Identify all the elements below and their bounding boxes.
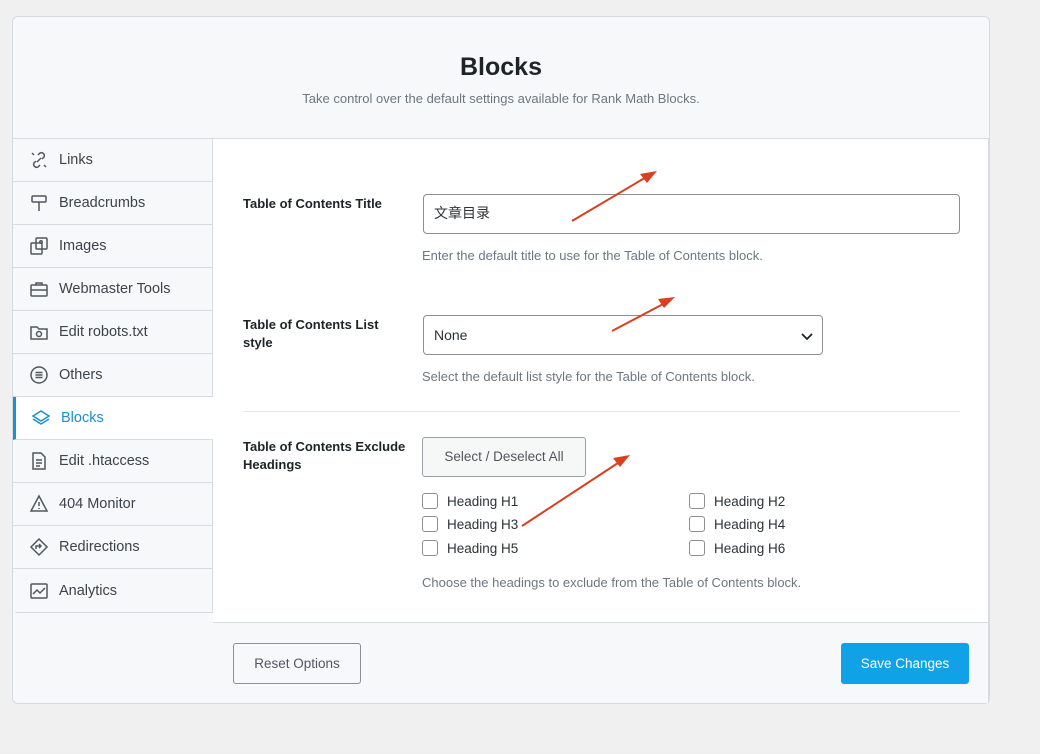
- sidebar-item-label: Redirections: [59, 539, 140, 555]
- checkbox-box[interactable]: [422, 540, 438, 556]
- page-subtitle: Take control over the default settings a…: [302, 91, 700, 106]
- sidebar-item-links[interactable]: Links: [13, 139, 213, 182]
- checkbox-box[interactable]: [689, 516, 705, 532]
- sidebar-item-analytics[interactable]: Analytics: [13, 569, 213, 612]
- toc-list-style-select[interactable]: None: [423, 315, 823, 355]
- file-icon: [29, 451, 49, 471]
- sidebar-item-label: Images: [59, 238, 107, 254]
- checkbox-label: Heading H1: [447, 493, 519, 509]
- reset-options-button[interactable]: Reset Options: [233, 643, 361, 684]
- toc-title-description: Enter the default title to use for the T…: [422, 248, 763, 263]
- sidebar-item-edit-robots[interactable]: Edit robots.txt: [13, 311, 213, 354]
- checkbox-label: Heading H4: [714, 516, 786, 532]
- checkbox-label: Heading H5: [447, 540, 519, 556]
- checkbox-label: Heading H2: [714, 493, 786, 509]
- checkbox-label: Heading H3: [447, 516, 519, 532]
- settings-content: Table of Contents Title 文章目录 Enter the d…: [213, 139, 989, 622]
- sidebar-item-label: Breadcrumbs: [59, 195, 146, 211]
- briefcase-icon: [29, 279, 49, 299]
- redirect-icon: [29, 537, 49, 557]
- sidebar-item-label: 404 Monitor: [59, 496, 136, 512]
- toc-list-style-label: Table of Contents List style: [243, 317, 379, 350]
- sidebar-item-label: Others: [59, 367, 103, 383]
- sidebar-item-blocks[interactable]: Blocks: [13, 397, 215, 440]
- sidebar-item-label: Edit robots.txt: [59, 324, 148, 340]
- toc-list-style-value: None: [434, 327, 468, 343]
- settings-footer: Reset Options Save Changes: [213, 622, 989, 703]
- toc-title-label: Table of Contents Title: [243, 196, 382, 211]
- sidebar-item-404-monitor[interactable]: 404 Monitor: [13, 483, 213, 526]
- sidebar-item-breadcrumbs[interactable]: Breadcrumbs: [13, 182, 213, 225]
- checkbox-box[interactable]: [422, 493, 438, 509]
- breadcrumbs-icon: [29, 193, 49, 213]
- checkbox-label: Heading H6: [714, 540, 786, 556]
- sidebar-item-label: Edit .htaccess: [59, 453, 150, 469]
- page-title: Blocks: [460, 53, 542, 81]
- sidebar-item-webmaster-tools[interactable]: Webmaster Tools: [13, 268, 213, 311]
- heading-h5-checkbox[interactable]: Heading H5: [422, 540, 518, 556]
- page-header: Blocks Take control over the default set…: [13, 17, 989, 139]
- links-icon: [29, 150, 49, 170]
- checkbox-box[interactable]: [422, 516, 438, 532]
- list-circle-icon: [29, 365, 49, 385]
- heading-h6-checkbox[interactable]: Heading H6: [689, 540, 785, 556]
- heading-h3-checkbox[interactable]: Heading H3: [422, 516, 518, 532]
- section-divider: [243, 411, 960, 412]
- checkbox-box[interactable]: [689, 540, 705, 556]
- sidebar-item-label: Links: [59, 152, 93, 168]
- heading-h1-checkbox[interactable]: Heading H1: [422, 493, 518, 509]
- sidebar-item-redirections[interactable]: Redirections: [13, 526, 213, 569]
- chevron-down-icon: [801, 333, 813, 341]
- sidebar-item-images[interactable]: Images: [13, 225, 213, 268]
- toc-exclude-label: Table of Contents Exclude Headings: [243, 439, 406, 472]
- sidebar-item-others[interactable]: Others: [13, 354, 213, 397]
- warning-icon: [29, 494, 49, 514]
- images-icon: [29, 236, 49, 256]
- toc-list-style-description: Select the default list style for the Ta…: [422, 369, 755, 384]
- heading-h4-checkbox[interactable]: Heading H4: [689, 516, 785, 532]
- sidebar-item-label: Blocks: [61, 410, 104, 426]
- toc-title-input[interactable]: 文章目录: [423, 194, 960, 234]
- select-deselect-all-button[interactable]: Select / Deselect All: [422, 437, 586, 477]
- checkbox-box[interactable]: [689, 493, 705, 509]
- heading-h2-checkbox[interactable]: Heading H2: [689, 493, 785, 509]
- sidebar-item-label: Analytics: [59, 582, 118, 599]
- toc-exclude-description: Choose the headings to exclude from the …: [422, 575, 802, 590]
- save-changes-button[interactable]: Save Changes: [841, 643, 969, 684]
- analytics-icon: [29, 581, 49, 601]
- settings-sidebar: Links Breadcrumbs Images Webmaster Tools…: [12, 139, 215, 613]
- sidebar-item-edit-htaccess[interactable]: Edit .htaccess: [13, 440, 213, 483]
- robot-folder-icon: [29, 322, 49, 342]
- sidebar-item-label: Webmaster Tools: [59, 281, 171, 297]
- blocks-icon: [31, 408, 51, 428]
